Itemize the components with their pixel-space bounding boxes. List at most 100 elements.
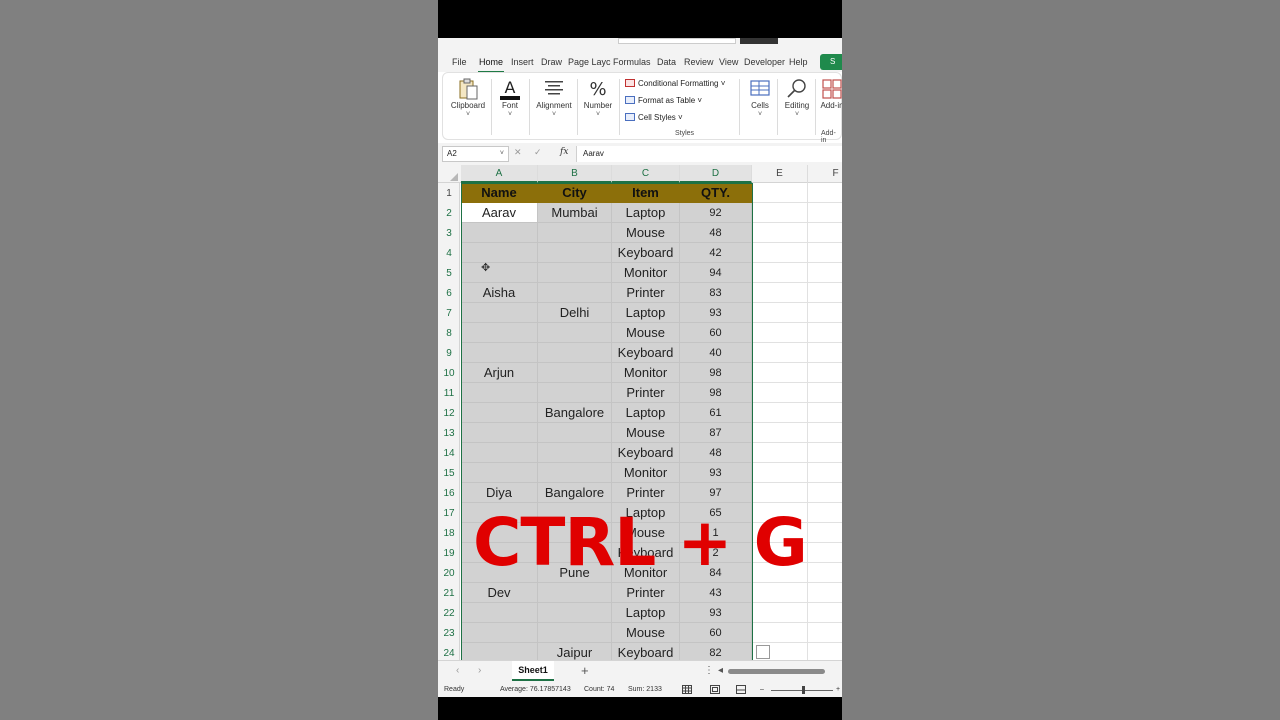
empty-cell[interactable] (808, 583, 842, 603)
empty-cell[interactable] (752, 603, 808, 623)
row-header[interactable]: 7 (438, 303, 460, 323)
formula-input[interactable]: Aarav (576, 146, 842, 162)
worksheet-grid[interactable]: A B C D E F 1 2 3 4 5 6 7 8 9 10 11 12 13 14 15 16 17 18… (438, 165, 842, 660)
row-header[interactable]: 24 (438, 643, 460, 660)
empty-cell[interactable] (808, 623, 842, 643)
cell-item[interactable]: Mouse (612, 323, 680, 343)
cell-city[interactable] (538, 423, 612, 443)
empty-cell[interactable] (808, 643, 842, 660)
row-header[interactable]: 8 (438, 323, 460, 343)
tab-review[interactable]: Review (684, 57, 714, 67)
row-header[interactable]: 21 (438, 583, 460, 603)
row-header[interactable]: 23 (438, 623, 460, 643)
editing-group[interactable]: Editing ˅ (779, 73, 815, 139)
column-header-d[interactable]: D (680, 165, 752, 183)
cell-city[interactable] (538, 463, 612, 483)
horizontal-scrollbar[interactable] (728, 669, 825, 674)
empty-cell[interactable] (808, 183, 842, 203)
row-header[interactable]: 16 (438, 483, 460, 503)
empty-cell[interactable] (808, 523, 842, 543)
cell-city[interactable]: Bangalore (538, 483, 612, 503)
row-header[interactable]: 20 (438, 563, 460, 583)
empty-cell[interactable] (808, 303, 842, 323)
row-header[interactable]: 18 (438, 523, 460, 543)
empty-cell[interactable] (808, 223, 842, 243)
column-header-a[interactable]: A (461, 165, 538, 183)
cell-qty[interactable]: 93 (680, 463, 752, 483)
tab-insert[interactable]: Insert (511, 57, 534, 67)
empty-cell[interactable] (808, 403, 842, 423)
cell-city[interactable] (538, 263, 612, 283)
empty-cell[interactable] (808, 563, 842, 583)
cell-item[interactable]: Keyboard (612, 643, 680, 660)
row-header[interactable]: 2 (438, 203, 460, 223)
row-header[interactable]: 15 (438, 463, 460, 483)
empty-cell[interactable] (808, 423, 842, 443)
empty-cell[interactable] (752, 363, 808, 383)
empty-cell[interactable] (808, 323, 842, 343)
empty-cell[interactable] (808, 503, 842, 523)
cell-item[interactable]: Monitor (612, 363, 680, 383)
empty-cell[interactable] (752, 383, 808, 403)
name-box[interactable]: A2 ˅ (442, 146, 509, 162)
cell-item[interactable]: Keyboard (612, 243, 680, 263)
scroll-left-button[interactable]: ◂ (718, 665, 723, 676)
row-header[interactable]: 14 (438, 443, 460, 463)
cell-qty[interactable]: 93 (680, 303, 752, 323)
cell-name[interactable]: Dev (461, 583, 538, 603)
tab-help[interactable]: Help (789, 57, 808, 67)
cell-name[interactable] (461, 463, 538, 483)
header-cell-city[interactable]: City (538, 183, 612, 203)
tab-file[interactable]: File (452, 57, 467, 67)
cell-qty[interactable]: 82 (680, 643, 752, 660)
select-all-button[interactable] (438, 165, 460, 183)
empty-cell[interactable] (752, 283, 808, 303)
cell-city[interactable] (538, 443, 612, 463)
format-as-table-button[interactable]: Format as Table ˅ (625, 96, 702, 105)
insert-function-icon[interactable]: fx (560, 147, 568, 157)
tab-home[interactable]: Home (479, 57, 503, 67)
cell-item[interactable]: Mouse (612, 623, 680, 643)
cell-item[interactable]: Printer (612, 583, 680, 603)
empty-cell[interactable] (752, 203, 808, 223)
sheet-tab-sheet1[interactable]: Sheet1 (512, 661, 554, 681)
cell-city[interactable] (538, 223, 612, 243)
cell-name[interactable]: Diya (461, 483, 538, 503)
empty-cell[interactable] (752, 243, 808, 263)
cell-item[interactable]: Printer (612, 283, 680, 303)
cell-city[interactable] (538, 323, 612, 343)
cell-city[interactable]: Bangalore (538, 403, 612, 423)
empty-cell[interactable] (752, 483, 808, 503)
empty-cell[interactable] (752, 263, 808, 283)
cell-item[interactable]: Laptop (612, 603, 680, 623)
cell-item[interactable]: Mouse (612, 223, 680, 243)
cell-city[interactable] (538, 283, 612, 303)
cell-city[interactable] (538, 603, 612, 623)
cell-city[interactable]: Mumbai (538, 203, 612, 223)
normal-view-icon[interactable] (682, 685, 692, 694)
cell-city[interactable] (538, 623, 612, 643)
cell-qty[interactable]: 40 (680, 343, 752, 363)
row-header[interactable]: 10 (438, 363, 460, 383)
empty-cell[interactable] (808, 383, 842, 403)
empty-cell[interactable] (808, 343, 842, 363)
paste-options-icon[interactable] (756, 645, 770, 659)
cell-qty[interactable]: 61 (680, 403, 752, 423)
cell-qty[interactable]: 97 (680, 483, 752, 503)
cell-name[interactable] (461, 403, 538, 423)
formula-cancel-confirm-buttons[interactable]: ✕ ✓ (514, 147, 547, 158)
cell-item[interactable]: Keyboard (612, 443, 680, 463)
cell-city[interactable] (538, 343, 612, 363)
empty-cell[interactable] (752, 583, 808, 603)
cell-name[interactable]: Arjun (461, 363, 538, 383)
cell-name[interactable]: Aisha (461, 283, 538, 303)
empty-cell[interactable] (752, 423, 808, 443)
page-break-view-icon[interactable] (736, 685, 746, 694)
row-header[interactable]: 3 (438, 223, 460, 243)
tab-formulas[interactable]: Formulas (613, 57, 651, 67)
row-header[interactable]: 11 (438, 383, 460, 403)
cell-qty[interactable]: 60 (680, 323, 752, 343)
cell-name[interactable] (461, 303, 538, 323)
cell-item[interactable]: Monitor (612, 463, 680, 483)
number-group[interactable]: % Number ˅ (579, 73, 617, 139)
